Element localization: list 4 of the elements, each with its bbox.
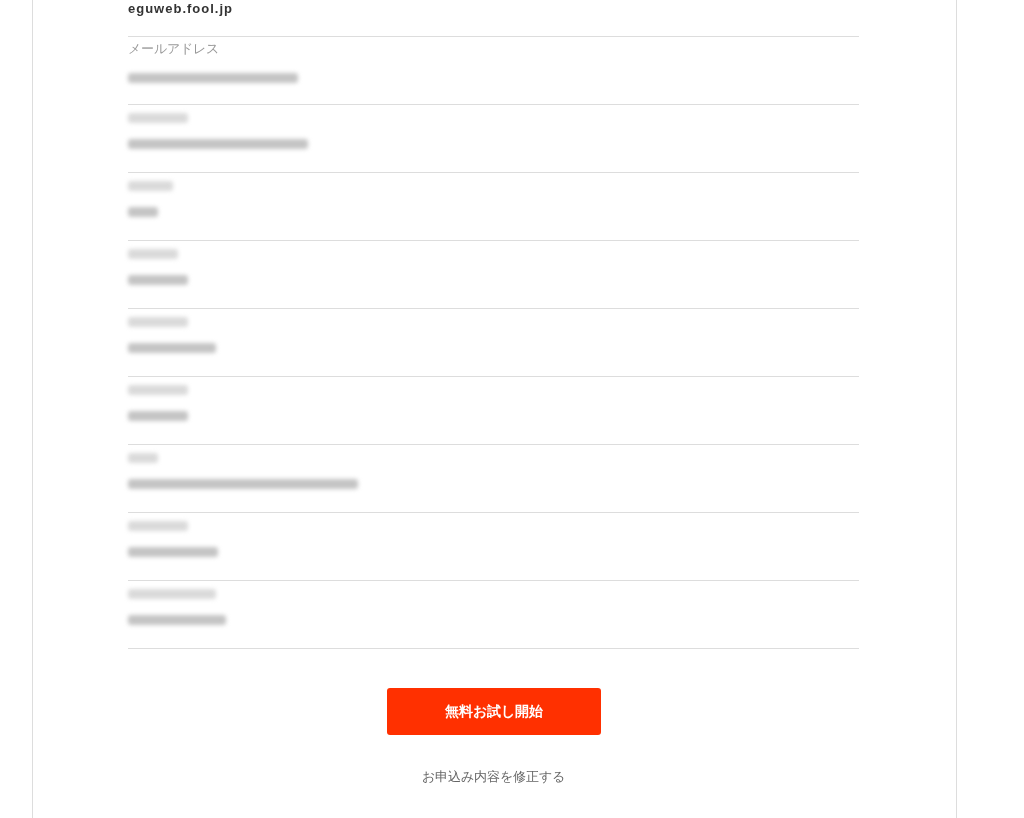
field-label: メールアドレス	[128, 41, 220, 57]
edit-application-link[interactable]: お申込み内容を修正する	[422, 768, 565, 786]
start-trial-button[interactable]: 無料お試し開始	[386, 688, 601, 735]
site-domain: eguweb.fool.jp	[128, 1, 233, 16]
